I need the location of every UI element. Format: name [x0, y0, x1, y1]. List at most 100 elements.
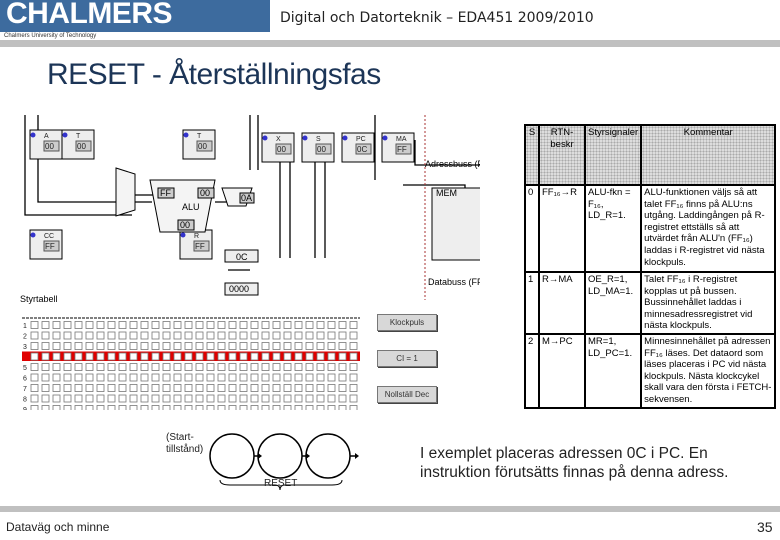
control-checkbox[interactable]	[305, 331, 314, 340]
control-checkbox[interactable]	[30, 331, 39, 340]
control-checkbox[interactable]	[349, 352, 358, 361]
control-checkbox[interactable]	[349, 342, 358, 350]
control-checkbox[interactable]	[30, 384, 39, 392]
control-checkbox[interactable]	[206, 352, 215, 361]
control-checkbox[interactable]	[327, 352, 336, 361]
control-checkbox[interactable]	[151, 384, 160, 392]
control-checkbox[interactable]	[74, 363, 83, 371]
control-checkbox[interactable]	[327, 342, 336, 350]
control-checkbox[interactable]	[184, 331, 193, 340]
control-checkbox[interactable]	[96, 394, 105, 403]
control-checkbox[interactable]	[217, 342, 226, 350]
control-checkbox[interactable]	[140, 342, 149, 350]
control-checkbox[interactable]	[30, 321, 39, 329]
control-checkbox[interactable]	[96, 363, 105, 371]
control-checkbox[interactable]	[272, 321, 281, 329]
control-checkbox[interactable]	[41, 321, 50, 329]
control-checkbox[interactable]	[338, 384, 347, 392]
control-checkbox[interactable]	[173, 342, 182, 350]
control-checkbox[interactable]	[316, 352, 325, 361]
control-checkbox[interactable]	[261, 373, 270, 382]
control-checkbox[interactable]	[41, 342, 50, 350]
control-checkbox[interactable]	[41, 363, 50, 371]
control-checkbox[interactable]	[272, 373, 281, 382]
control-checkbox[interactable]	[283, 384, 292, 392]
control-checkbox[interactable]	[217, 394, 226, 403]
control-checkbox[interactable]	[74, 321, 83, 329]
control-checkbox[interactable]	[338, 363, 347, 371]
control-checkbox[interactable]	[239, 363, 248, 371]
control-checkbox[interactable]	[41, 394, 50, 403]
control-checkbox[interactable]	[272, 384, 281, 392]
control-checkbox[interactable]	[63, 363, 72, 371]
control-checkbox[interactable]	[316, 331, 325, 340]
control-checkbox[interactable]	[272, 394, 281, 403]
control-checkbox[interactable]	[206, 342, 215, 350]
control-checkbox[interactable]	[173, 352, 182, 361]
control-checkbox[interactable]	[250, 405, 259, 411]
control-checkbox[interactable]	[206, 394, 215, 403]
control-checkbox[interactable]	[151, 394, 160, 403]
control-checkbox[interactable]	[349, 363, 358, 371]
control-checkbox[interactable]	[85, 321, 94, 329]
control-checkbox[interactable]	[239, 321, 248, 329]
control-checkbox[interactable]	[118, 373, 127, 382]
control-checkbox[interactable]	[118, 352, 127, 361]
control-checkbox[interactable]	[316, 363, 325, 371]
control-checkbox[interactable]	[261, 405, 270, 411]
control-checkbox[interactable]	[217, 363, 226, 371]
control-checkbox[interactable]	[140, 363, 149, 371]
control-checkbox[interactable]	[151, 405, 160, 411]
control-checkbox[interactable]	[151, 363, 160, 371]
control-checkbox[interactable]	[107, 373, 116, 382]
control-checkbox[interactable]	[63, 405, 72, 411]
control-checkbox[interactable]	[239, 331, 248, 340]
control-checkbox[interactable]	[162, 394, 171, 403]
control-checkbox[interactable]	[96, 373, 105, 382]
control-checkbox[interactable]	[162, 352, 171, 361]
control-checkbox[interactable]	[294, 342, 303, 350]
control-checkbox[interactable]	[184, 373, 193, 382]
control-checkbox[interactable]	[195, 405, 204, 411]
control-checkbox[interactable]	[173, 405, 182, 411]
control-checkbox[interactable]	[283, 321, 292, 329]
control-checkbox[interactable]	[327, 394, 336, 403]
control-checkbox[interactable]	[239, 384, 248, 392]
control-checkbox[interactable]	[228, 363, 237, 371]
control-checkbox[interactable]	[217, 384, 226, 392]
control-checkbox[interactable]	[118, 321, 127, 329]
control-checkbox[interactable]	[261, 363, 270, 371]
control-checkbox[interactable]	[41, 352, 50, 361]
control-checkbox[interactable]	[195, 363, 204, 371]
control-checkbox[interactable]	[217, 405, 226, 411]
control-checkbox[interactable]	[327, 363, 336, 371]
control-checkbox[interactable]	[96, 384, 105, 392]
control-checkbox[interactable]	[129, 384, 138, 392]
control-checkbox[interactable]	[349, 394, 358, 403]
control-checkbox[interactable]	[129, 321, 138, 329]
control-checkbox[interactable]	[228, 384, 237, 392]
control-checkbox[interactable]	[74, 394, 83, 403]
control-checkbox[interactable]	[184, 352, 193, 361]
control-checkbox[interactable]	[338, 321, 347, 329]
control-checkbox[interactable]	[107, 394, 116, 403]
control-checkbox[interactable]	[140, 405, 149, 411]
control-checkbox[interactable]	[261, 331, 270, 340]
control-checkbox[interactable]	[173, 394, 182, 403]
control-checkbox[interactable]	[294, 405, 303, 411]
control-checkbox[interactable]	[129, 373, 138, 382]
control-checkbox[interactable]	[74, 373, 83, 382]
control-checkbox[interactable]	[85, 405, 94, 411]
control-checkbox[interactable]	[272, 331, 281, 340]
control-checkbox[interactable]	[239, 352, 248, 361]
control-checkbox[interactable]	[228, 352, 237, 361]
control-checkbox[interactable]	[195, 394, 204, 403]
control-checkbox[interactable]	[41, 331, 50, 340]
control-checkbox[interactable]	[327, 331, 336, 340]
control-checkbox[interactable]	[162, 331, 171, 340]
control-checkbox[interactable]	[52, 405, 61, 411]
control-checkbox[interactable]	[30, 373, 39, 382]
control-checkbox[interactable]	[195, 384, 204, 392]
control-checkbox[interactable]	[239, 405, 248, 411]
control-checkbox[interactable]	[283, 363, 292, 371]
